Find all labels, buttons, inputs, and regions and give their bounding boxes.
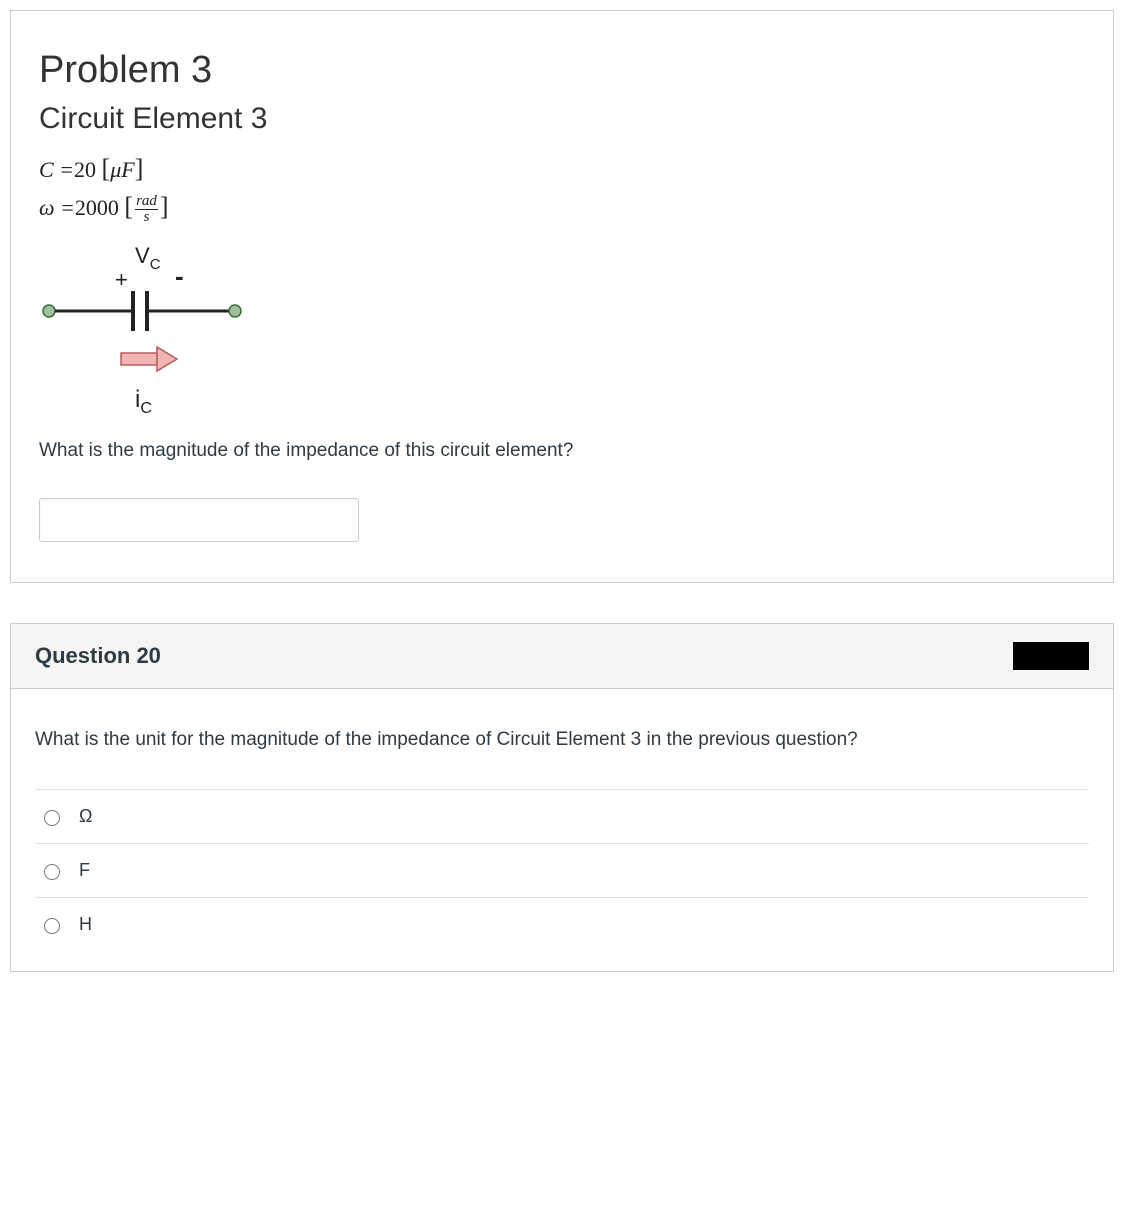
svg-text:iC: iC xyxy=(135,386,152,417)
question-20-body: What is the unit for the magnitude of th… xyxy=(11,689,1113,971)
w-value: 2000 xyxy=(75,195,119,220)
w-unit-den: s xyxy=(135,210,158,225)
option-label: H xyxy=(79,914,92,935)
option-radio-ohm[interactable] xyxy=(44,810,60,826)
plus-sign: + xyxy=(115,267,128,292)
v-sub: C xyxy=(150,256,161,273)
points-redacted xyxy=(1013,642,1089,670)
problem-question: What is the magnitude of the impedance o… xyxy=(39,440,1085,462)
w-unit-num: rad xyxy=(135,194,158,210)
option-row: F xyxy=(35,843,1089,897)
option-label: F xyxy=(79,860,90,881)
option-radio-h[interactable] xyxy=(44,918,60,934)
problem-card: Problem 3 Circuit Element 3 C =20 [μF] ω… xyxy=(10,10,1114,583)
question-header-title: Question 20 xyxy=(35,643,161,669)
problem-subtitle: Circuit Element 3 xyxy=(39,102,1085,136)
svg-text:VC: VC xyxy=(135,243,161,273)
c-value: 20 xyxy=(74,157,96,182)
formula-w: ω =2000 [rads] xyxy=(39,192,1085,225)
formula-c: C =20 [μF] xyxy=(39,154,1085,184)
option-radio-f[interactable] xyxy=(44,864,60,880)
question-20-card: Question 20 What is the unit for the mag… xyxy=(10,623,1114,972)
c-unit: μF xyxy=(110,157,134,182)
i-sub: C xyxy=(140,400,152,417)
option-row: Ω xyxy=(35,789,1089,843)
right-terminal-icon xyxy=(229,305,241,317)
w-symbol: ω = xyxy=(39,195,75,220)
problem-body: Problem 3 Circuit Element 3 C =20 [μF] ω… xyxy=(11,11,1113,582)
minus-sign: - xyxy=(175,261,184,291)
left-terminal-icon xyxy=(43,305,55,317)
question-20-text: What is the unit for the magnitude of th… xyxy=(35,729,1089,751)
current-arrow-icon xyxy=(121,347,177,371)
option-label: Ω xyxy=(79,806,92,827)
question-header: Question 20 xyxy=(11,624,1113,689)
option-row: H xyxy=(35,897,1089,951)
c-symbol: C = xyxy=(39,157,74,182)
answer-input[interactable] xyxy=(39,498,359,542)
v-label: V xyxy=(135,243,150,268)
w-unit-fraction: rads xyxy=(135,194,158,225)
problem-title: Problem 3 xyxy=(39,49,1085,92)
capacitor-diagram: VC + - iC xyxy=(35,241,255,421)
